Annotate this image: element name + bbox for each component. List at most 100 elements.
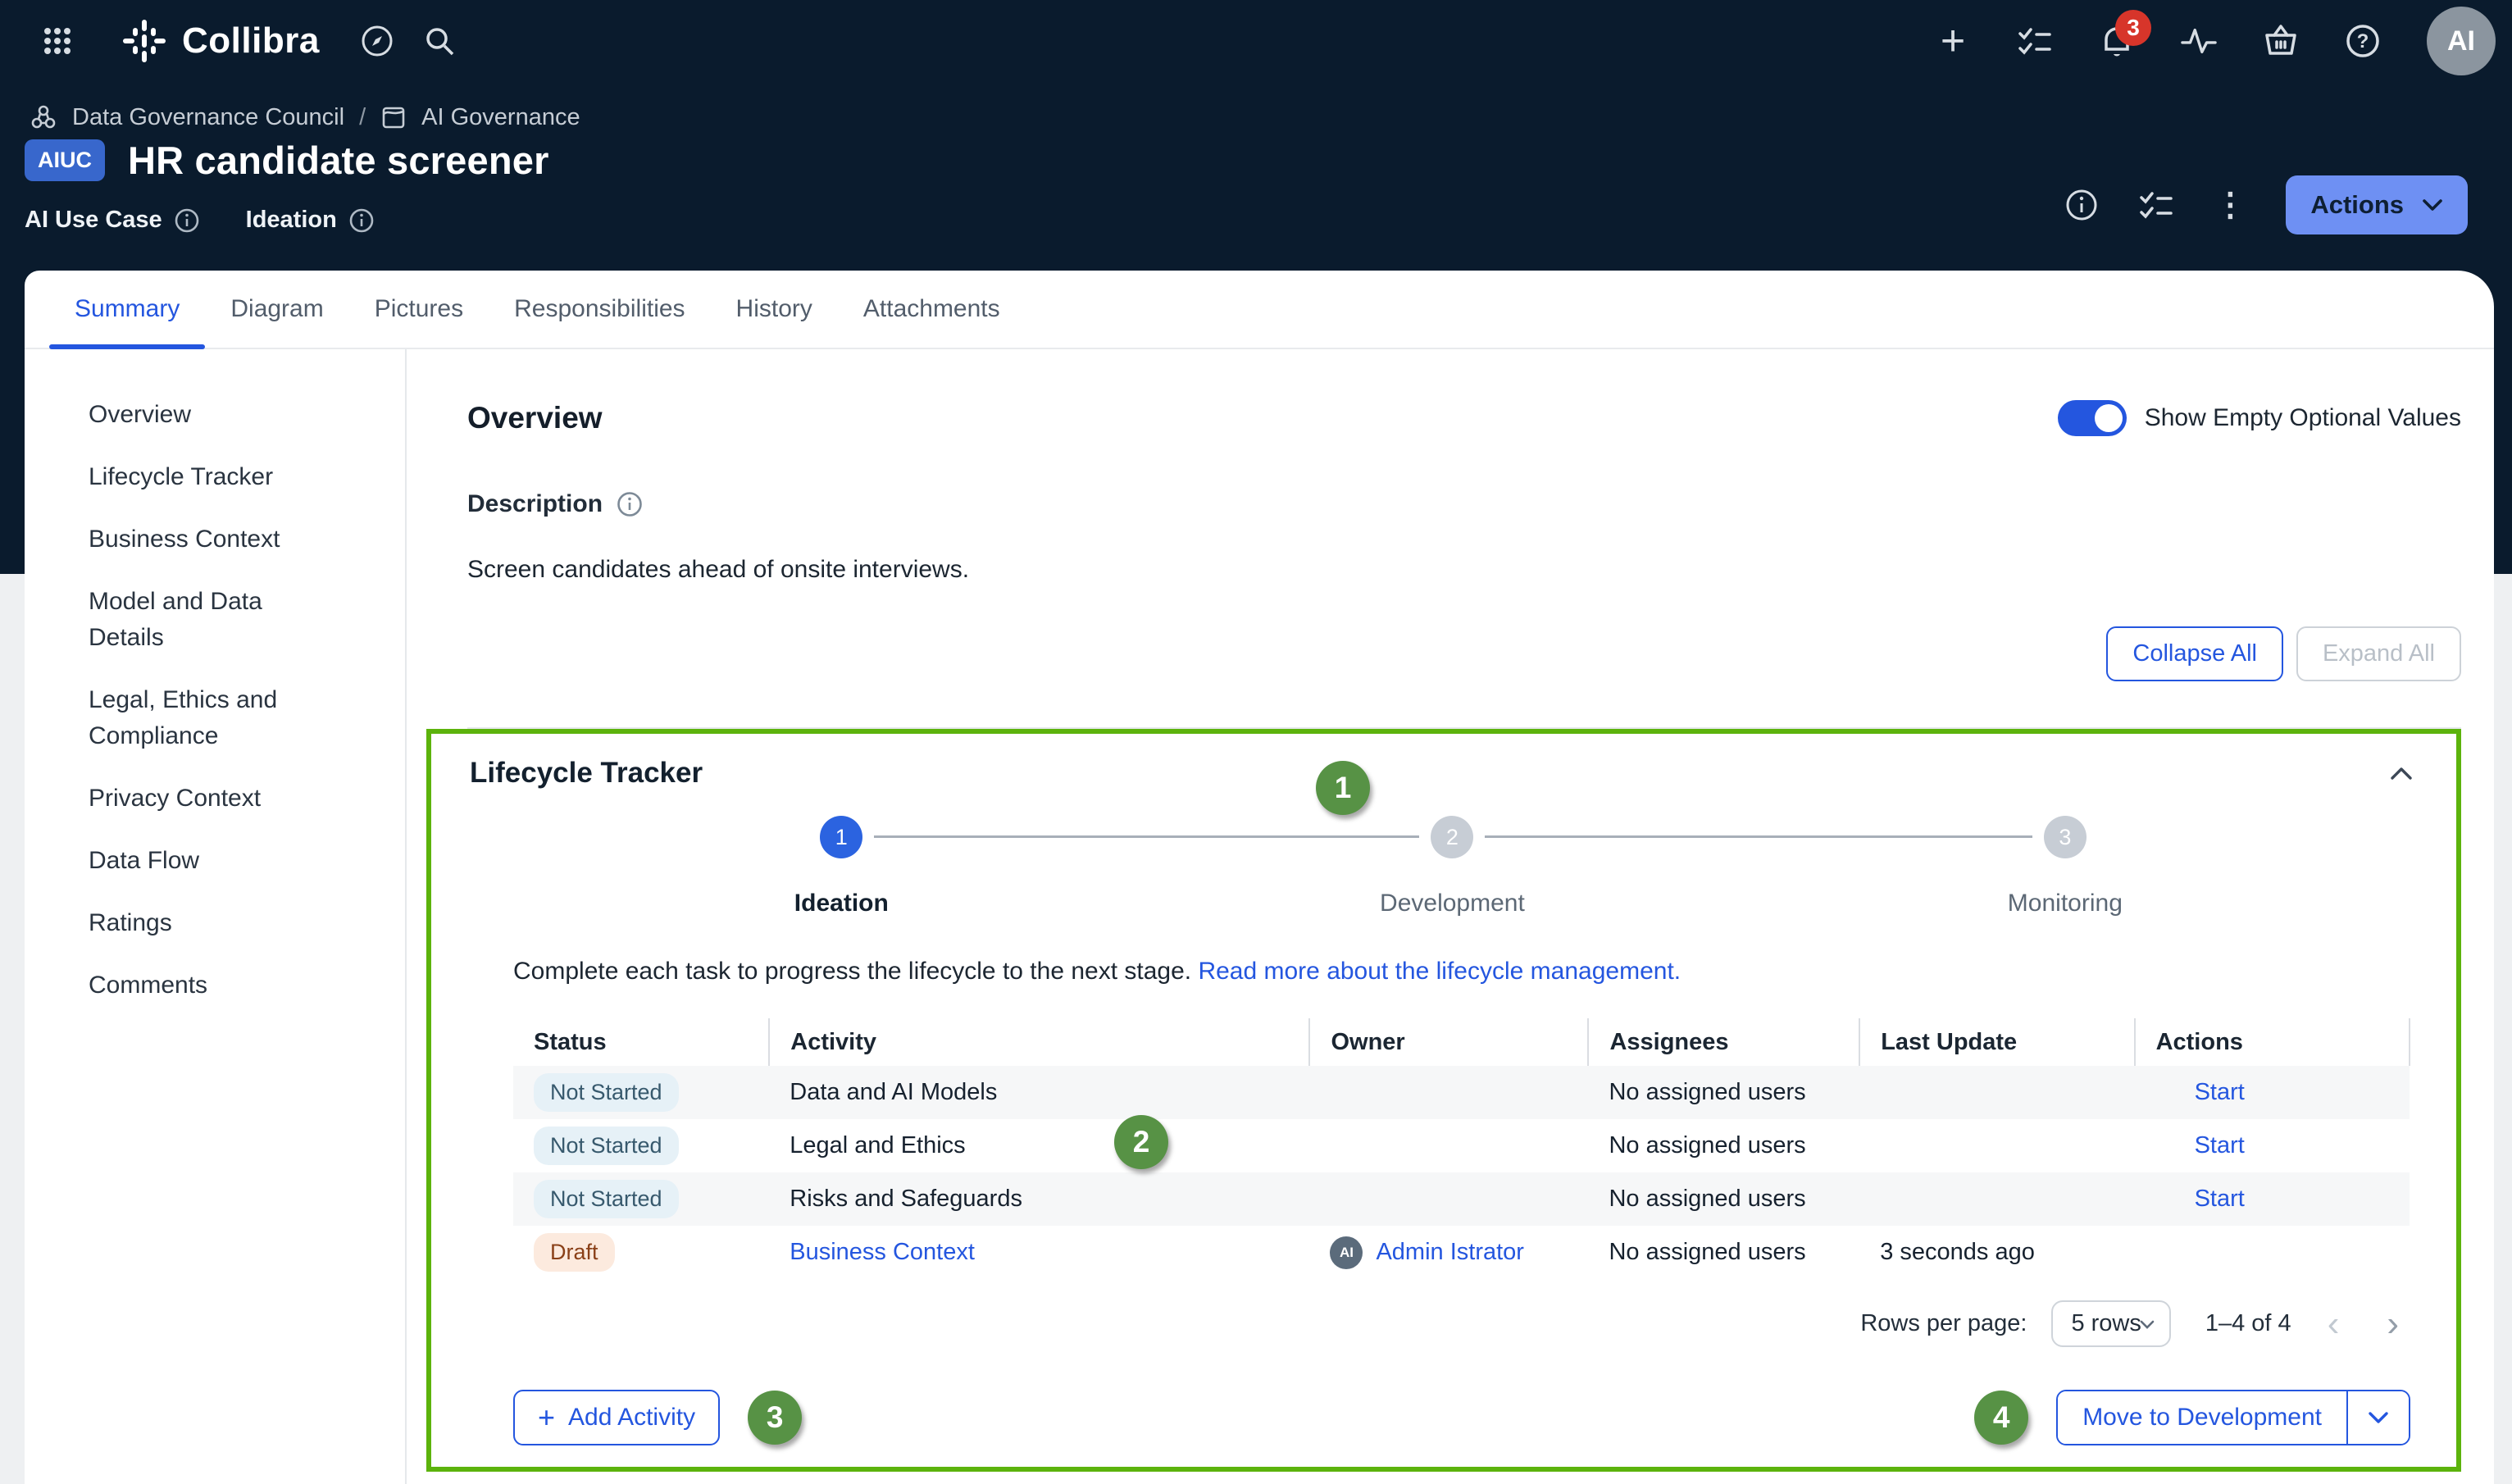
activity-pulse-icon[interactable] [2181, 23, 2217, 59]
sidebar-item-model-and-data-details[interactable]: Model and Data Details [89, 584, 334, 656]
assignees-cell: No assigned users [1588, 1119, 1859, 1172]
assignees-cell: No assigned users [1588, 1226, 1859, 1279]
chevron-down-icon[interactable] [2346, 1391, 2409, 1444]
owner-cell: AI Admin Istrator [1330, 1236, 1588, 1269]
info-icon[interactable] [2064, 188, 2099, 222]
column-header-actions: Actions [2135, 1018, 2410, 1066]
collapse-section-chevron-icon[interactable] [2384, 760, 2419, 786]
pagination-next-icon[interactable]: › [2375, 1312, 2410, 1336]
asset-meta-row: AI Use Case Ideation [25, 207, 375, 234]
lifecycle-tracker-section: Lifecycle Tracker 1 2 [426, 729, 2461, 1472]
owner-cell [1309, 1119, 1588, 1172]
sidebar-item-comments[interactable]: Comments [89, 967, 334, 1004]
start-link[interactable]: Start [2195, 1132, 2245, 1159]
sidebar-item-lifecycle-tracker[interactable]: Lifecycle Tracker [89, 459, 334, 495]
search-icon[interactable] [421, 23, 457, 59]
annotation-badge-4: 4 [1974, 1391, 2028, 1445]
step-label-development: Development [1380, 890, 1525, 917]
show-empty-values-toggle[interactable] [2058, 400, 2127, 436]
start-link[interactable]: Start [2195, 1079, 2245, 1106]
annotation-badge-2: 2 [1114, 1115, 1168, 1169]
status-info-icon[interactable] [348, 207, 375, 234]
main-content: Overview Show Empty Optional Values Desc… [407, 349, 2494, 1484]
owner-avatar: AI [1330, 1236, 1363, 1269]
last-update-cell [1859, 1119, 2134, 1172]
column-header-owner: Owner [1309, 1018, 1588, 1066]
asset-title-row: AIUC HR candidate screener [25, 138, 549, 183]
add-activity-button[interactable]: + Add Activity [513, 1390, 720, 1445]
step-connector [874, 835, 1419, 838]
asset-status-label: Ideation [246, 207, 337, 234]
asset-type-info-icon[interactable] [174, 207, 200, 234]
column-header-status: Status [513, 1018, 769, 1066]
sidebar-item-legal-ethics-compliance[interactable]: Legal, Ethics and Compliance [89, 682, 334, 754]
rows-per-page-select[interactable]: 5 rows [2051, 1300, 2170, 1347]
tab-summary[interactable]: Summary [49, 271, 205, 348]
tab-diagram[interactable]: Diagram [205, 271, 348, 348]
column-header-activity: Activity [769, 1018, 1309, 1066]
tab-attachments[interactable]: Attachments [838, 271, 1026, 348]
actions-button[interactable]: Actions [2286, 175, 2468, 234]
status-badge: Not Started [534, 1127, 679, 1165]
page-title: HR candidate screener [128, 138, 549, 183]
owner-cell [1309, 1066, 1588, 1119]
marketplace-basket-icon[interactable] [2263, 23, 2299, 59]
notifications-bell-icon[interactable]: 3 [2099, 23, 2135, 59]
breadcrumb-domain[interactable]: AI Governance [421, 104, 580, 131]
toggle-knob [2095, 404, 2123, 432]
sidebar-item-data-flow[interactable]: Data Flow [89, 843, 334, 879]
sidebar-item-ratings[interactable]: Ratings [89, 905, 334, 941]
move-to-development-button[interactable]: Move to Development [2058, 1391, 2346, 1444]
tab-responsibilities[interactable]: Responsibilities [489, 271, 710, 348]
asset-type-label: AI Use Case [25, 207, 162, 234]
collibra-logo-icon[interactable] [121, 18, 167, 64]
table-row: Not Started Risks and Safeguards No assi… [513, 1172, 2410, 1226]
expand-all-button[interactable]: Expand All [2296, 626, 2461, 681]
annotation-badge-1: 1 [1316, 761, 1370, 815]
lifecycle-activity-table: Status Activity Owner Assignees Last Upd… [513, 1018, 2410, 1279]
step-circle-development: 2 [1431, 816, 1473, 858]
description-label: Description [467, 490, 603, 518]
create-plus-icon[interactable]: + [1935, 23, 1971, 59]
compass-icon[interactable] [359, 23, 395, 59]
content-card: Summary Diagram Pictures Responsibilitie… [25, 271, 2494, 1484]
collapse-all-button[interactable]: Collapse All [2106, 626, 2283, 681]
toggle-label: Show Empty Optional Values [2145, 404, 2461, 432]
tab-pictures[interactable]: Pictures [349, 271, 489, 348]
activity-link[interactable]: Business Context [790, 1239, 975, 1265]
last-update-cell [1859, 1172, 2134, 1226]
last-update-cell [1859, 1066, 2134, 1119]
step-label-ideation: Ideation [794, 890, 889, 917]
actions-cell [2135, 1226, 2410, 1279]
assignees-cell: No assigned users [1588, 1172, 1859, 1226]
chevron-down-icon [2422, 198, 2443, 212]
table-row: Not Started Legal and Ethics No assigned… [513, 1119, 2410, 1172]
start-link[interactable]: Start [2195, 1186, 2245, 1213]
sidebar-item-overview[interactable]: Overview [89, 397, 334, 433]
lifecycle-instruction: Complete each task to progress the lifec… [513, 958, 2410, 986]
sidebar-item-privacy-context[interactable]: Privacy Context [89, 781, 334, 817]
tab-history[interactable]: History [711, 271, 838, 348]
breadcrumb-community[interactable]: Data Governance Council [72, 104, 344, 131]
assignees-cell: No assigned users [1588, 1066, 1859, 1119]
tasks-checklist-icon[interactable] [2017, 23, 2053, 59]
lifecycle-read-more-link[interactable]: Read more about the lifecycle management… [1198, 958, 1681, 985]
user-avatar[interactable]: AI [2427, 7, 2496, 75]
kebab-menu-icon[interactable]: ⋮ [2214, 186, 2246, 224]
apps-grid-icon[interactable] [39, 23, 75, 59]
status-badge: Draft [534, 1233, 615, 1272]
column-header-last-update: Last Update [1859, 1018, 2134, 1066]
column-header-assignees: Assignees [1588, 1018, 1859, 1066]
sidebar-item-business-context[interactable]: Business Context [89, 521, 334, 558]
description-info-icon[interactable] [616, 490, 644, 518]
help-icon[interactable]: ? [2345, 23, 2381, 59]
table-row: Draft Business Context AI Admin Istrator [513, 1226, 2410, 1279]
checklist-icon[interactable] [2138, 187, 2174, 223]
svg-text:?: ? [2357, 30, 2369, 52]
chevron-down-icon [2140, 1319, 2155, 1329]
section-sidebar: Overview Lifecycle Tracker Business Cont… [25, 349, 407, 1484]
pagination-prev-icon[interactable]: ‹ [2316, 1312, 2351, 1336]
brand-wordmark: Collibra [182, 20, 320, 61]
owner-link[interactable]: Admin Istrator [1376, 1239, 1524, 1266]
topbar-actions: + 3 [1935, 7, 2496, 75]
